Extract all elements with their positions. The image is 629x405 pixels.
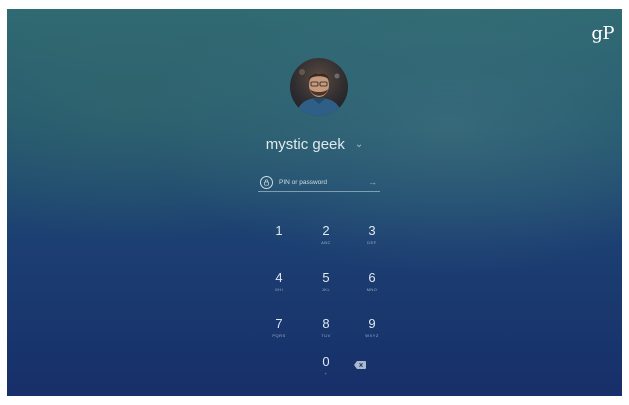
key-5[interactable]: 5 JKL — [306, 271, 346, 301]
key-digit: 2 — [322, 223, 330, 238]
pin-password-field[interactable]: → — [258, 173, 380, 192]
key-0[interactable]: 0 + — [306, 355, 346, 385]
pin-input[interactable] — [279, 178, 359, 186]
key-digit: 7 — [275, 316, 283, 331]
key-1[interactable]: 1 — [259, 224, 299, 254]
chevron-down-icon[interactable]: ⌄ — [355, 139, 363, 150]
key-3[interactable]: 3 DEF — [352, 224, 392, 254]
lock-screen: gP mystic geek ⌄ → 1 2 ABC 3 DEF 4 GHI 5… — [7, 9, 622, 396]
key-letters: JKL — [321, 287, 331, 292]
key-digit: 1 — [275, 223, 283, 238]
key-digit: 6 — [368, 270, 376, 285]
key-letters: TUV — [321, 333, 331, 338]
key-letters: GHI — [274, 287, 284, 292]
key-digit: 4 — [275, 270, 283, 285]
key-digit: 0 — [322, 354, 330, 369]
key-letters: DEF — [367, 240, 377, 245]
lock-icon — [260, 175, 273, 189]
key-letters: ABC — [321, 240, 331, 245]
user-switcher[interactable]: mystic geek ⌄ — [7, 136, 622, 153]
username: mystic geek — [265, 136, 345, 153]
key-digit: 5 — [322, 270, 330, 285]
key-letters: PQRS — [272, 333, 286, 338]
avatar[interactable] — [290, 58, 348, 116]
key-7[interactable]: 7 PQRS — [259, 317, 299, 347]
key-digit: 3 — [368, 223, 376, 238]
key-letters: MNO — [366, 287, 378, 292]
backspace-icon[interactable] — [353, 360, 367, 370]
key-6[interactable]: 6 MNO — [352, 271, 392, 301]
key-2[interactable]: 2 ABC — [306, 224, 346, 254]
key-8[interactable]: 8 TUV — [306, 317, 346, 347]
key-digit: 9 — [368, 316, 376, 331]
key-letters: WXYZ — [365, 333, 379, 338]
key-4[interactable]: 4 GHI — [259, 271, 299, 301]
user-photo — [296, 69, 342, 116]
key-digit: 8 — [322, 316, 330, 331]
brand-logo: gP — [591, 23, 614, 44]
key-letters: + — [324, 371, 328, 376]
arrow-right-icon[interactable]: → — [368, 177, 377, 187]
key-9[interactable]: 9 WXYZ — [352, 317, 392, 347]
